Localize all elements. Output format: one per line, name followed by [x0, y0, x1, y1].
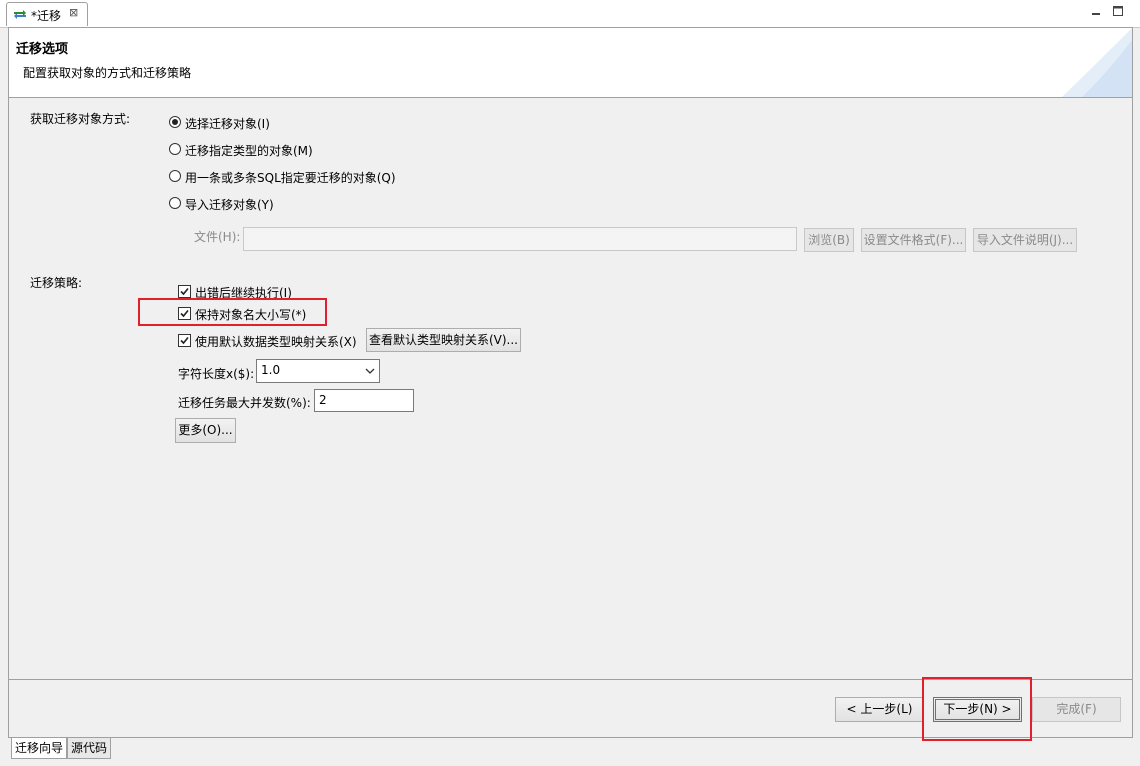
- editor-tab-migration[interactable]: *迁移 ⊠: [6, 2, 88, 26]
- radio-label: 导入迁移对象(Y): [185, 198, 274, 212]
- highlight-box-keep-case: [138, 298, 327, 326]
- char-length-label: 字符长度x($):: [178, 367, 255, 381]
- page-description: 配置获取对象的方式和迁移策略: [23, 66, 192, 80]
- back-button[interactable]: < 上一步(L): [835, 697, 924, 722]
- radio-button-checked[interactable]: [169, 116, 181, 128]
- page-title: 迁移选项: [16, 42, 69, 57]
- minimize-icon[interactable]: [1090, 5, 1102, 17]
- strategy-label: 迁移策略:: [30, 276, 83, 290]
- radio-label: 用一条或多条SQL指定要迁移的对象(Q): [185, 171, 396, 185]
- radio-button[interactable]: [169, 197, 181, 209]
- migration-arrows-icon: [13, 7, 27, 21]
- checkbox-default-type-mapping[interactable]: 使用默认数据类型映射关系(X): [178, 333, 363, 349]
- header-decoration-graphic: [1062, 28, 1132, 97]
- import-file-help-button[interactable]: 导入文件说明(J)...: [973, 228, 1077, 252]
- radio-sql-objects[interactable]: 用一条或多条SQL指定要迁移的对象(Q): [169, 169, 469, 185]
- radio-button[interactable]: [169, 143, 181, 155]
- radio-label: 选择迁移对象(I): [185, 117, 270, 131]
- max-concurrency-label: 迁移任务最大并发数(%):: [178, 396, 311, 410]
- finish-button[interactable]: 完成(F): [1032, 697, 1121, 722]
- char-length-select[interactable]: 1.0: [256, 359, 380, 383]
- maximize-icon[interactable]: [1112, 5, 1124, 17]
- max-concurrency-input[interactable]: 2: [314, 389, 414, 412]
- tab-migration-wizard[interactable]: 迁移向导: [11, 738, 68, 759]
- tab-source-code[interactable]: 源代码: [67, 738, 112, 759]
- browse-button[interactable]: 浏览(B): [804, 228, 854, 252]
- radio-select-objects[interactable]: 选择迁移对象(I): [169, 115, 369, 131]
- bottom-tab-bar: 迁移向导 源代码: [8, 738, 1133, 762]
- radio-migrate-by-type[interactable]: 迁移指定类型的对象(M): [169, 142, 419, 158]
- radio-button[interactable]: [169, 170, 181, 182]
- close-icon[interactable]: ⊠: [69, 6, 78, 19]
- wizard-header: 迁移选项 配置获取对象的方式和迁移策略: [9, 28, 1132, 98]
- checkbox-label: 使用默认数据类型映射关系(X): [195, 335, 357, 349]
- highlight-box-next: [922, 677, 1032, 741]
- view-type-mapping-button[interactable]: 查看默认类型映射关系(V)...: [366, 328, 521, 352]
- checkbox-checked[interactable]: [178, 334, 191, 347]
- file-path-input[interactable]: [243, 227, 797, 251]
- more-button[interactable]: 更多(O)...: [175, 418, 236, 443]
- char-length-value: 1.0: [261, 363, 281, 377]
- wizard-frame: [8, 27, 1133, 738]
- acquire-method-label: 获取迁移对象方式:: [30, 112, 131, 126]
- radio-label: 迁移指定类型的对象(M): [185, 144, 313, 158]
- chevron-down-icon: [365, 368, 375, 374]
- radio-import-objects[interactable]: 导入迁移对象(Y): [169, 196, 369, 212]
- editor-tab-title: *迁移: [31, 9, 62, 23]
- checkbox-checked[interactable]: [178, 285, 191, 298]
- file-label: 文件(H):: [194, 230, 241, 244]
- set-file-format-button[interactable]: 设置文件格式(F)...: [861, 228, 966, 252]
- editor-tab-bar: *迁移 ⊠: [0, 0, 1140, 28]
